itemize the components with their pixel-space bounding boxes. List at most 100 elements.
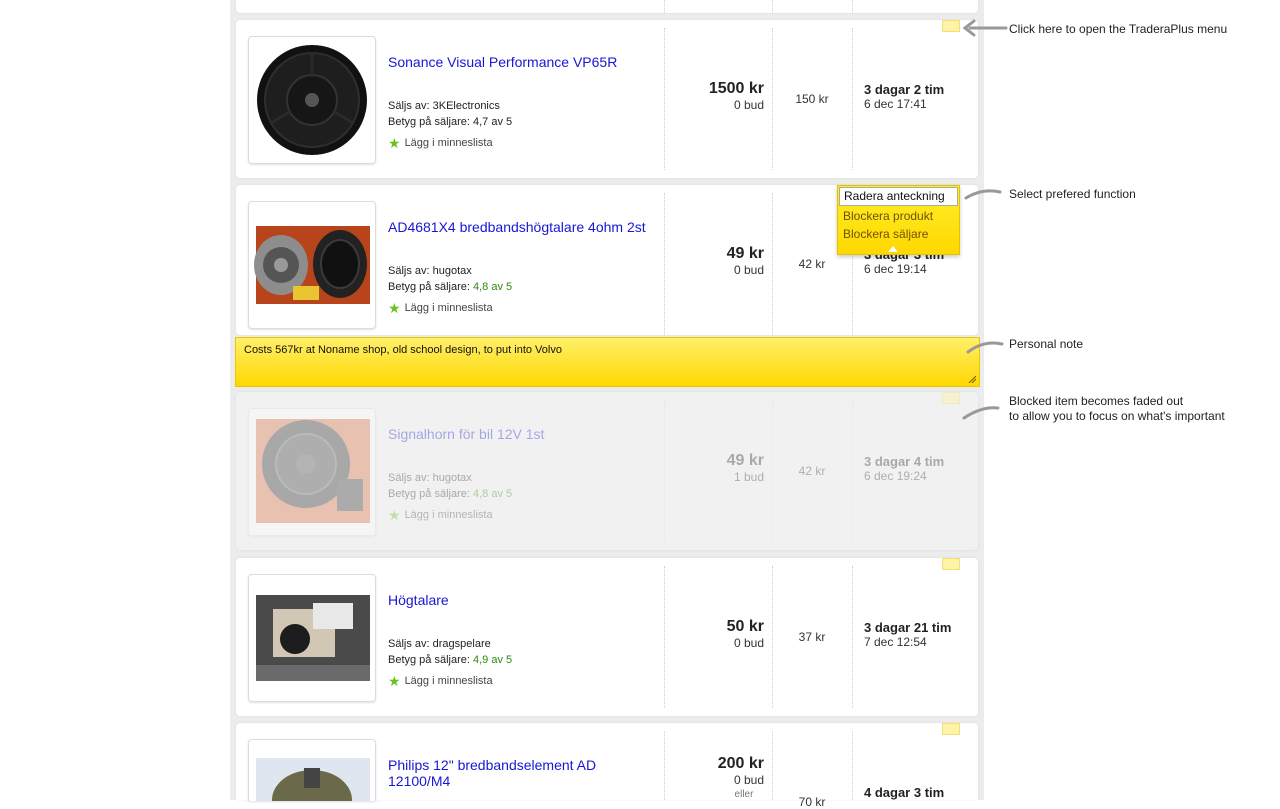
add-to-wishlist-link[interactable]: ★ Lägg i minneslista [388,135,493,151]
seller-rating-value: 4,8 av 5 [473,488,513,500]
seller-rating-label: Betyg på säljare: [388,116,473,128]
time-left: 3 dagar 2 tim [864,82,945,97]
traderaplus-menu-toggle[interactable] [942,20,960,32]
price-block: 1500 kr 0 bud [664,80,764,112]
price-block: 50 kr 0 bud [664,618,764,650]
star-icon: ★ [388,300,401,316]
listing-card-blocked: Signalhorn för bil 12V 1st Säljs av: hug… [236,392,978,550]
seller-rating: Betyg på säljare: 4,8 av 5 [388,486,512,502]
price-block: 49 kr 1 bud [664,452,764,484]
or-label: eller [734,789,754,800]
seller-name: Säljs av: hugotax [388,265,472,277]
annotation-blocked-line1: Blocked item becomes faded out [1009,394,1184,408]
price-value: 49 kr [726,245,764,262]
seller-rating: Betyg på säljare: 4,9 av 5 [388,652,512,668]
item-title-link[interactable]: Philips 12" bredbandselement AD 12100/M4 [388,757,658,789]
seller-rating-label: Betyg på säljare: [388,281,473,293]
price-block: 200 kr 0 bud eller [664,755,764,800]
time-block: 3 dagar 21 tim 7 dec 12:54 [864,620,951,649]
price-value: 200 kr [717,755,764,772]
caret-up-icon [888,246,898,252]
wishlist-label: Lägg i minneslista [404,675,493,687]
seller-name: Säljs av: 3KElectronics [388,100,500,112]
item-title-link[interactable]: Sonance Visual Performance VP65R [388,54,658,70]
seller-rating-value: 4,7 av 5 [473,116,513,128]
bid-count: 1 bud [733,470,764,484]
item-title-link[interactable]: AD4681X4 bredbandshögtalare 4ohm 2st [388,219,658,235]
seller-rating-value: 4,9 av 5 [473,654,513,666]
annotation-arrow-icon [964,189,1002,200]
seller-rating-value: 4,8 av 5 [473,281,513,293]
menu-item-block-product[interactable]: Blockera produkt [838,207,959,225]
shipping-cost: 42 kr [798,257,826,271]
add-to-wishlist-link[interactable]: ★ Lägg i minneslista [388,673,493,689]
shipping-cost: 70 kr [798,795,826,809]
bid-count: 0 bud [733,98,764,112]
seller-rating: Betyg på säljare: 4,8 av 5 [388,279,512,295]
annotation-arrow-icon [966,341,1004,354]
end-date: 7 dec 12:54 [864,635,927,649]
annotation-blocked-hint: Blocked item becomes faded out to allow … [1009,394,1225,424]
listing-card-partial-top [236,0,978,13]
traderaplus-menu-toggle[interactable] [942,558,960,570]
time-block: 3 dagar 2 tim 6 dec 17:41 [864,82,944,111]
listing-card: Philips 12" bredbandselement AD 12100/M4… [236,723,978,809]
personal-note-field[interactable]: Costs 567kr at Noname shop, old school d… [235,337,980,387]
product-thumbnail[interactable] [248,574,376,702]
add-to-wishlist-link[interactable]: ★ Lägg i minneslista [388,507,493,523]
seller-name: Säljs av: hugotax [388,472,472,484]
product-thumbnail[interactable] [248,36,376,164]
annotation-blocked-line2: to allow you to focus on what's importan… [1009,409,1225,423]
time-block: 4 dagar 3 tim [864,785,944,800]
wishlist-label: Lägg i minneslista [404,509,493,521]
price-value: 50 kr [726,618,764,635]
product-thumbnail[interactable] [248,408,376,536]
price-block: 49 kr 0 bud [664,245,764,277]
personal-note-text: Costs 567kr at Noname shop, old school d… [244,344,562,356]
end-date: 6 dec 17:41 [864,97,927,111]
price-value: 1500 kr [708,80,764,97]
item-title-link[interactable]: Signalhorn för bil 12V 1st [388,426,658,442]
annotation-select-hint: Select prefered function [1009,187,1136,201]
listing-card: Högtalare Säljs av: dragspelare Betyg på… [236,558,978,716]
resize-grip-icon[interactable] [968,375,976,383]
menu-item-block-seller[interactable]: Blockera säljare [838,225,959,243]
time-left: 4 dagar 3 tim [864,785,945,800]
price-value: 49 kr [726,452,764,469]
speaker-box-image [256,595,370,681]
product-thumbnail[interactable] [248,739,376,801]
annotation-menu-hint: Click here to open the TraderaPlus menu [1009,22,1228,36]
horn-image [256,419,370,523]
seller-rating-label: Betyg på säljare: [388,654,473,666]
traderaplus-menu-toggle[interactable] [942,723,960,735]
bid-count: 0 bud [733,263,764,277]
speaker-element-image [256,758,370,801]
shipping-cost: 37 kr [798,630,826,644]
end-date: 6 dec 19:14 [864,262,927,276]
annotation-note-hint: Personal note [1009,337,1084,351]
item-title-link[interactable]: Högtalare [388,592,658,608]
shipping-cost: 150 kr [795,92,829,106]
menu-item-delete-note[interactable]: Radera anteckning [839,187,958,206]
product-thumbnail[interactable] [248,201,376,329]
bid-count: 0 bud [733,773,764,787]
annotation-arrow-icon [962,19,1008,37]
star-icon: ★ [388,135,401,151]
time-left: 3 dagar 4 tim [864,454,945,469]
seller-rating: Betyg på säljare: 4,7 av 5 [388,114,512,130]
speaker-image [257,45,367,155]
annotation-arrow-icon [962,406,1000,420]
listing-card: Sonance Visual Performance VP65R Säljs a… [236,20,978,178]
time-left: 3 dagar 21 tim [864,620,952,635]
shipping-cost: 42 kr [798,464,826,478]
seller-name: Säljs av: dragspelare [388,638,491,650]
time-block: 3 dagar 4 tim 6 dec 19:24 [864,454,944,483]
end-date: 6 dec 19:24 [864,469,927,483]
bid-count: 0 bud [733,636,764,650]
seller-rating-label: Betyg på säljare: [388,488,473,500]
star-icon: ★ [388,673,401,689]
star-icon: ★ [388,507,401,523]
add-to-wishlist-link[interactable]: ★ Lägg i minneslista [388,300,493,316]
wishlist-label: Lägg i minneslista [404,137,493,149]
wishlist-label: Lägg i minneslista [404,302,493,314]
